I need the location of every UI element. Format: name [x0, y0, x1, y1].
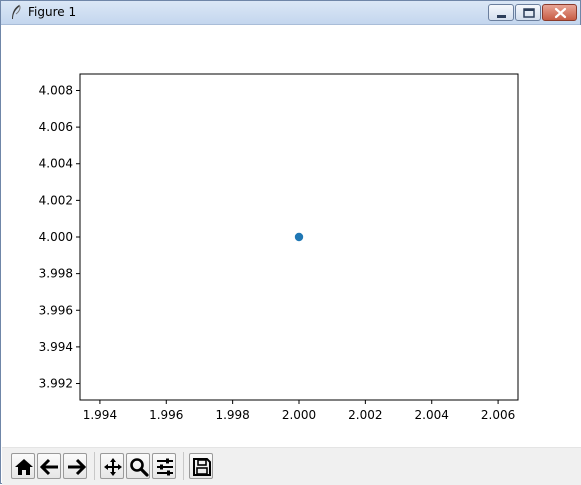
arrow-left-icon [40, 458, 58, 476]
minimize-icon [497, 15, 506, 18]
y-tick-label: 4.008 [39, 83, 73, 97]
forward-button[interactable] [63, 453, 87, 479]
x-tick-label: 2.006 [481, 408, 515, 422]
data-point[interactable] [294, 232, 304, 242]
magnifier-icon [130, 458, 149, 477]
zoom-button[interactable] [126, 453, 150, 479]
pan-button[interactable] [100, 453, 124, 479]
y-tick-label: 3.992 [39, 377, 73, 391]
feather-icon [12, 4, 21, 19]
back-button[interactable] [37, 453, 61, 479]
x-tick-label: 1.998 [215, 408, 249, 422]
y-tick-label: 4.006 [39, 120, 73, 134]
y-tick-label: 4.004 [39, 157, 73, 171]
y-tick-label: 3.996 [39, 303, 73, 317]
floppy-icon [193, 458, 211, 476]
y-tick-label: 3.994 [39, 340, 73, 354]
x-tick-label: 2.004 [415, 408, 449, 422]
maximize-icon [523, 8, 535, 18]
x-tick-label: 1.994 [83, 408, 117, 422]
toolbar-separator [94, 452, 95, 480]
move-icon [104, 458, 122, 476]
figure-canvas[interactable]: 1.994 1.996 1.998 2.000 2.002 2.004 2.006 3.99… [2, 25, 581, 447]
subplots-button[interactable] [152, 453, 176, 479]
close-icon [554, 7, 567, 19]
save-button[interactable] [189, 453, 213, 479]
window-title: Figure 1 [28, 5, 77, 19]
arrow-right-icon [68, 458, 86, 476]
x-tick-label: 1.996 [149, 408, 183, 422]
minimize-button[interactable] [488, 4, 514, 21]
y-tick-label: 3.998 [39, 267, 73, 281]
navigation-toolbar [2, 447, 581, 485]
home-button[interactable] [11, 453, 35, 479]
y-tick-label: 4.002 [39, 193, 73, 207]
scatter-chart[interactable]: 1.994 1.996 1.998 2.000 2.002 2.004 2.006 3.99… [2, 25, 581, 447]
figure-window: Figure 1 1.994 1.996 1.998 2.000 2.002 2.004 2… [0, 0, 581, 485]
maximize-button[interactable] [515, 4, 541, 21]
y-tick-label: 4.000 [39, 230, 73, 244]
toolbar-separator [183, 452, 184, 480]
close-button[interactable] [542, 4, 577, 21]
title-bar[interactable]: Figure 1 [1, 1, 580, 25]
x-tick-label: 2.000 [282, 408, 316, 422]
x-tick-label: 2.002 [348, 408, 382, 422]
sliders-icon [157, 458, 173, 476]
home-icon [15, 459, 33, 475]
